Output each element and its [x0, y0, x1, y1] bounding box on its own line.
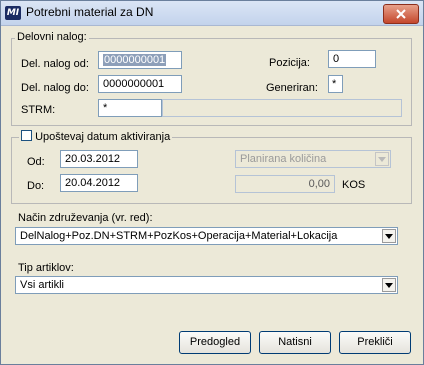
- kolicina-dropdown-arrow[interactable]: [375, 152, 389, 166]
- dialog-window: MI Potrebni material za DN Delovni nalog…: [0, 0, 424, 365]
- datum-od-input[interactable]: 20.03.2012: [60, 150, 138, 168]
- del-nalog-od-input[interactable]: 0000000001: [98, 51, 182, 69]
- generiran-input[interactable]: *: [328, 75, 343, 93]
- nacin-zdruzevanja-label: Način združevanja (vr. red):: [18, 212, 153, 224]
- datum-legend: Upoštevaj datum aktiviranja: [19, 130, 173, 143]
- upostevaj-datum-checkbox[interactable]: [21, 130, 32, 141]
- chevron-down-icon: [378, 157, 386, 162]
- app-icon: MI: [5, 6, 21, 20]
- close-button[interactable]: [383, 4, 419, 24]
- strm-label: STRM:: [21, 104, 56, 116]
- nacin-dropdown-arrow[interactable]: [382, 229, 396, 243]
- tip-artiklov-value: Vsi artikli: [20, 279, 65, 291]
- chevron-down-icon: [385, 283, 393, 288]
- nacin-zdruzevanja-select[interactable]: DelNalog+Poz.DN+STRM+PozKos+Operacija+Ma…: [15, 227, 398, 245]
- kolicina-value-field: 0,00: [235, 175, 335, 193]
- close-icon: [396, 9, 406, 19]
- predogled-button[interactable]: Predogled: [179, 331, 251, 354]
- del-nalog-od-value: 0000000001: [103, 54, 167, 66]
- datum-group: [11, 137, 412, 204]
- chevron-down-icon: [385, 234, 393, 239]
- datum-do-label: Do:: [27, 180, 45, 192]
- strm-description-field: [162, 99, 402, 117]
- kolicina-unit-label: KOS: [342, 179, 366, 191]
- kolicina-select-value: Planirana količina: [240, 153, 327, 165]
- tip-artiklov-label: Tip artiklov:: [18, 262, 74, 274]
- pozicija-label: Pozicija:: [269, 57, 310, 69]
- del-nalog-do-input[interactable]: 0000000001: [98, 75, 182, 93]
- delovni-nalog-legend: Delovni nalog:: [15, 31, 89, 43]
- tip-artiklov-select[interactable]: Vsi artikli: [15, 276, 398, 294]
- window-title: Potrebni material za DN: [26, 5, 154, 19]
- preklici-button[interactable]: Prekliči: [339, 331, 411, 354]
- natisni-button[interactable]: Natisni: [259, 331, 331, 354]
- title-bar[interactable]: MI Potrebni material za DN: [1, 1, 423, 26]
- del-nalog-do-label: Del. nalog do:: [21, 82, 89, 94]
- datum-do-input[interactable]: 20.04.2012: [60, 174, 138, 192]
- upostevaj-datum-label: Upoštevaj datum aktiviranja: [35, 131, 171, 143]
- strm-input[interactable]: *: [98, 99, 162, 117]
- generiran-label: Generiran:: [266, 82, 318, 94]
- pozicija-input[interactable]: 0: [328, 50, 376, 68]
- datum-od-label: Od:: [27, 156, 45, 168]
- kolicina-select[interactable]: Planirana količina: [235, 150, 391, 168]
- nacin-zdruzevanja-value: DelNalog+Poz.DN+STRM+PozKos+Operacija+Ma…: [20, 230, 338, 242]
- del-nalog-od-label: Del. nalog od:: [21, 58, 89, 70]
- tip-dropdown-arrow[interactable]: [382, 278, 396, 292]
